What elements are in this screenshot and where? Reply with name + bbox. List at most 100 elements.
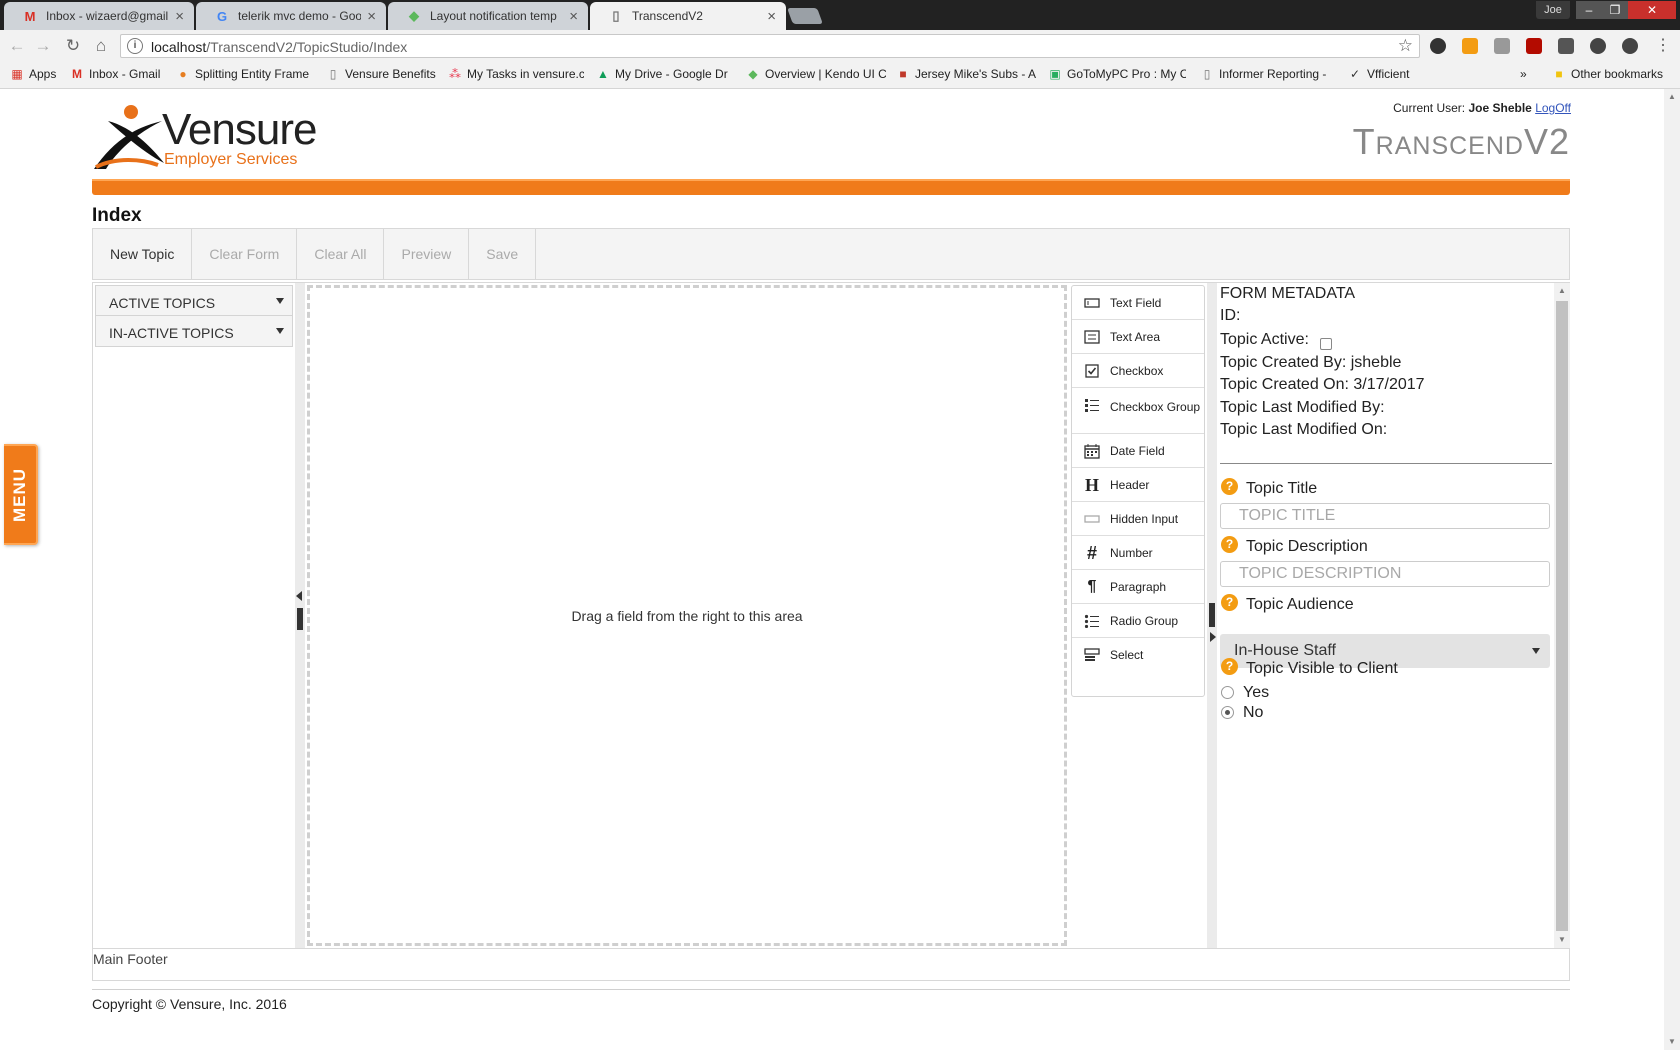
logo-wordmark: Vensure	[162, 105, 317, 154]
collapse-right-icon[interactable]	[1210, 632, 1216, 642]
palette-select[interactable]: Select	[1072, 638, 1204, 672]
scroll-up-icon[interactable]: ▲	[1554, 283, 1570, 299]
logoff-link[interactable]: LogOff	[1535, 101, 1571, 115]
text-field-icon	[1083, 294, 1101, 312]
clear-all-button[interactable]: Clear All	[297, 229, 385, 279]
page-icon: ▯	[329, 67, 337, 81]
home-icon[interactable]: ⌂	[90, 35, 112, 57]
scroll-thumb[interactable]	[1556, 301, 1568, 931]
vensure-logo: Vensure Employer Services	[92, 103, 322, 173]
splitter-grip[interactable]	[1209, 603, 1215, 627]
palette-text-field[interactable]: Text Field	[1072, 286, 1204, 320]
browser-menu-icon[interactable]: ⋮	[1652, 35, 1674, 57]
palette-paragraph[interactable]: ¶ Paragraph	[1072, 570, 1204, 604]
scroll-down-icon[interactable]: ▼	[1664, 1034, 1680, 1050]
preview-button[interactable]: Preview	[384, 229, 470, 279]
acrobat-extension-icon[interactable]	[1526, 38, 1542, 54]
collapse-left-icon[interactable]	[296, 591, 302, 601]
left-splitter[interactable]	[295, 283, 305, 948]
browser-tab-transcend[interactable]: ▯ TranscendV2 ×	[590, 2, 786, 30]
page-scrollbar[interactable]: ▲ ▼	[1664, 89, 1680, 1050]
more-bookmarks-chevron[interactable]: »	[1520, 67, 1527, 81]
form-metadata-panel: FORM METADATA ID: Topic Active: Topic Cr…	[1217, 283, 1554, 948]
bookmark-informer[interactable]: ▯ Informer Reporting -	[1200, 67, 1330, 81]
palette-radio-group[interactable]: Radio Group	[1072, 604, 1204, 638]
browser-tab-strip: M Inbox - wizaerd@gmail.c × G telerik mv…	[0, 0, 1680, 30]
bookmark-gmail[interactable]: M Inbox - Gmail	[70, 67, 168, 81]
profile-badge[interactable]: Joe	[1536, 1, 1570, 19]
palette-text-area[interactable]: Text Area	[1072, 320, 1204, 354]
current-user-line: Current User: Joe Sheble LogOff	[1393, 101, 1571, 115]
hidden-input-icon	[1083, 510, 1101, 528]
visible-no-radio[interactable]	[1221, 706, 1234, 719]
splitter-grip[interactable]	[297, 608, 303, 630]
extension-icon[interactable]	[1558, 38, 1574, 54]
extension-icon[interactable]	[1430, 38, 1446, 54]
current-user-label: Current User:	[1393, 101, 1466, 115]
jersey-mikes-icon: ■	[899, 67, 907, 81]
speed-extension-icon[interactable]	[1622, 38, 1638, 54]
bookmark-jersey-mikes[interactable]: ■ Jersey Mike's Subs - A	[896, 67, 1036, 81]
palette-number[interactable]: # Number	[1072, 536, 1204, 570]
bookmark-gotomypc[interactable]: ▣ GoToMyPC Pro : My C	[1048, 67, 1186, 81]
right-splitter[interactable]	[1207, 283, 1217, 948]
bookmark-apps[interactable]: ▦ Apps	[10, 67, 66, 81]
help-question-icon[interactable]: ?	[1221, 478, 1238, 495]
info-icon[interactable]: i	[127, 38, 143, 54]
new-topic-button[interactable]: New Topic	[93, 229, 193, 279]
extension-icon[interactable]	[1590, 38, 1606, 54]
scroll-up-icon[interactable]: ▲	[1664, 89, 1680, 105]
bookmark-other[interactable]: ■ Other bookmarks	[1552, 67, 1670, 81]
metadata-scrollbar[interactable]: ▲ ▼	[1554, 283, 1570, 948]
topic-title-input[interactable]	[1220, 503, 1550, 529]
visible-yes-radio[interactable]	[1221, 686, 1234, 699]
bookmark-vfficient[interactable]: ✓ Vfficient	[1348, 67, 1428, 81]
browser-tab-kendo[interactable]: ◆ Layout notification temp ×	[388, 2, 588, 30]
topic-description-input[interactable]	[1220, 561, 1550, 587]
dropbox-extension-icon[interactable]	[1494, 38, 1510, 54]
tab-label: telerik mvc demo - Goog	[238, 9, 362, 23]
address-bar[interactable]: i localhost/TranscendV2/TopicStudio/Inde…	[120, 34, 1420, 58]
palette-checkbox-group[interactable]: Checkbox Group	[1072, 388, 1204, 434]
page-icon: ▯	[1203, 67, 1211, 81]
close-tab-icon[interactable]: ×	[367, 8, 376, 25]
help-question-icon[interactable]: ?	[1221, 536, 1238, 553]
help-question-icon[interactable]: ?	[1221, 594, 1238, 611]
bookmark-kendo-overview[interactable]: ◆ Overview | Kendo UI C	[746, 67, 886, 81]
palette-header[interactable]: H Header	[1072, 468, 1204, 502]
forward-arrow-icon[interactable]: →	[32, 35, 54, 57]
side-menu-tab[interactable]: MENU	[4, 444, 38, 545]
new-tab-button[interactable]	[787, 8, 823, 24]
bookmark-my-tasks[interactable]: ⁂ My Tasks in vensure.c	[448, 67, 584, 81]
browser-tab-gmail[interactable]: M Inbox - wizaerd@gmail.c ×	[4, 2, 194, 30]
topic-description-label: Topic Description	[1246, 538, 1368, 555]
bookmark-splitting-entity[interactable]: ● Splitting Entity Frame	[176, 67, 316, 81]
reload-icon[interactable]: ↻	[62, 35, 84, 57]
minimize-window-icon[interactable]: –	[1576, 1, 1602, 19]
scroll-down-icon[interactable]: ▼	[1554, 932, 1570, 948]
close-tab-icon[interactable]: ×	[767, 8, 776, 25]
amazon-extension-icon[interactable]	[1462, 38, 1478, 54]
restore-window-icon[interactable]: ❐	[1602, 1, 1628, 19]
close-tab-icon[interactable]: ×	[175, 8, 184, 25]
palette-checkbox[interactable]: Checkbox	[1072, 354, 1204, 388]
topic-created-on: Topic Created On: 3/17/2017	[1220, 376, 1425, 393]
topic-active-checkbox[interactable]	[1320, 338, 1332, 350]
browser-tab-google[interactable]: G telerik mvc demo - Goog ×	[196, 2, 386, 30]
bookmark-google-drive[interactable]: ▲ My Drive - Google Dr	[596, 67, 734, 81]
save-button[interactable]: Save	[469, 229, 537, 279]
google-icon: G	[216, 8, 228, 24]
palette-date-field[interactable]: Date Field	[1072, 434, 1204, 468]
close-window-icon[interactable]: ✕	[1628, 1, 1676, 19]
help-question-icon[interactable]: ?	[1221, 658, 1238, 675]
form-drop-zone[interactable]: Drag a field from the right to this area	[307, 285, 1067, 946]
inactive-topics-header[interactable]: IN-ACTIVE TOPICS	[95, 315, 293, 347]
clear-form-button[interactable]: Clear Form	[192, 229, 298, 279]
close-tab-icon[interactable]: ×	[569, 8, 578, 25]
back-arrow-icon[interactable]: ←	[6, 35, 28, 57]
active-topics-header[interactable]: ACTIVE TOPICS	[95, 285, 293, 317]
bookmark-star-icon[interactable]: ☆	[1398, 36, 1413, 56]
bookmark-vensure-benefits[interactable]: ▯ Vensure Benefits	[326, 67, 436, 81]
active-topics-label: ACTIVE TOPICS	[109, 295, 216, 311]
palette-hidden-input[interactable]: Hidden Input	[1072, 502, 1204, 536]
